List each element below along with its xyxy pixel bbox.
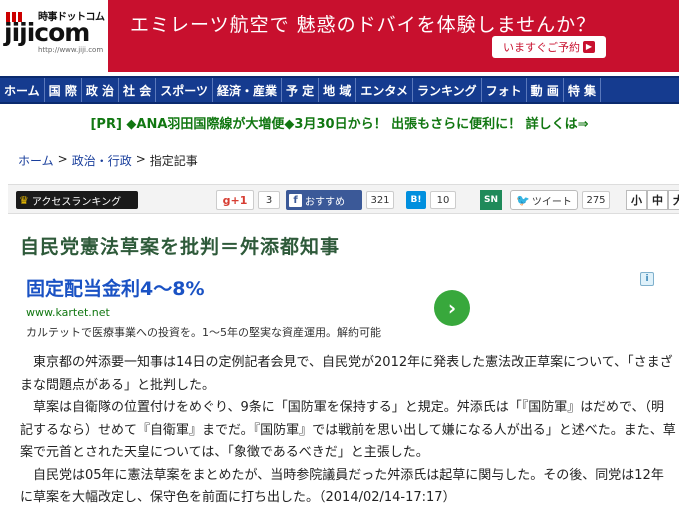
ad-title[interactable]: 固定配当金利4～8% — [26, 274, 204, 301]
nav-item-politics[interactable]: 政 治 — [82, 78, 120, 102]
hatena-bookmark-button[interactable]: B! — [406, 191, 426, 209]
banner-reserve-button[interactable]: いますぐご予約 ▶ — [492, 36, 606, 58]
nav-item-region[interactable]: 地 域 — [319, 78, 357, 102]
ad-banner[interactable]: エミレーツ航空で 魅惑のドバイを体験しませんか？ いますぐご予約 ▶ — [108, 0, 679, 72]
chevron-right-icon[interactable]: › — [434, 290, 470, 326]
breadcrumb-category[interactable]: 政治・行政 — [72, 152, 132, 169]
banner-text: エミレーツ航空で 魅惑のドバイを体験しませんか？ — [130, 14, 597, 36]
tweet-label: ツイート — [531, 196, 572, 208]
jiji-logo[interactable]: 時事ドットコム jijicom http://www.jiji.com — [2, 4, 105, 68]
text-ad[interactable]: 固定配当金利4～8% www.kartet.net カルテットで医療事業への投資… — [20, 266, 660, 346]
logo-url: http://www.jiji.com — [38, 46, 104, 54]
breadcrumb: ホーム > 政治・行政 > 指定記事 — [18, 152, 198, 169]
ad-description: カルテットで医療事業への投資を。1～5年の堅実な資産運用。解約可能 — [26, 326, 381, 339]
chevron-right-icon: ▶ — [583, 41, 595, 53]
main-nav: ホーム国 際政 治社 会スポーツ 経済・産業予 定地 域エンタメ ランキング フォト動… — [0, 76, 679, 104]
sn-button[interactable]: SN — [480, 190, 502, 210]
nav-item-entertainment[interactable]: エンタメ — [356, 78, 413, 102]
crown-icon: ♛ — [19, 193, 29, 207]
font-size-large-button[interactable]: 大 — [668, 190, 679, 210]
access-ranking-label: アクセスランキング — [31, 196, 122, 208]
nav-item-sports[interactable]: スポーツ — [156, 78, 213, 102]
banner-button-label: いますぐご予約 — [503, 41, 580, 54]
breadcrumb-separator: > — [57, 152, 68, 166]
nav-item-home[interactable]: ホーム — [0, 78, 45, 102]
font-size-controls: 小 中 大 — [626, 190, 679, 210]
nav-item-schedule[interactable]: 予 定 — [282, 78, 320, 102]
nav-item-ranking[interactable]: ランキング — [413, 78, 482, 102]
facebook-recommend-button[interactable]: f おすすめ — [286, 190, 362, 210]
access-ranking-button[interactable]: ♛ アクセスランキング — [16, 191, 138, 209]
font-size-small-button[interactable]: 小 — [626, 190, 647, 210]
breadcrumb-current: 指定記事 — [149, 154, 198, 168]
font-size-medium-button[interactable]: 中 — [647, 190, 668, 210]
nav-item-economy[interactable]: 経済・産業 — [213, 78, 282, 102]
nav-item-photo[interactable]: フォト — [482, 78, 527, 102]
nav-item-video[interactable]: 動 画 — [527, 78, 564, 102]
article-paragraph: 東京都の舛添要一知事は14日の定例記者会見で、自民党が2012年に発表した憲法改… — [20, 355, 673, 393]
hatena-count: 10 — [430, 191, 456, 209]
gplus-button[interactable]: g+1 — [216, 190, 254, 210]
gplus-count: 3 — [258, 191, 280, 209]
facebook-count: 321 — [366, 191, 394, 209]
breadcrumb-home[interactable]: ホーム — [18, 152, 54, 169]
facebook-icon: f — [289, 193, 302, 207]
nav-item-world[interactable]: 国 際 — [45, 78, 82, 102]
nav-item-society[interactable]: 社 会 — [119, 78, 157, 102]
share-toolbar: ♛ アクセスランキング g+1 3 f おすすめ 321 B! 10 SN 🐦 … — [8, 184, 679, 214]
tweet-count: 275 — [582, 191, 610, 209]
twitter-bird-icon: 🐦 — [516, 193, 530, 207]
header: 時事ドットコム jijicom http://www.jiji.com エミレー… — [0, 0, 679, 72]
article-body: 東京都の舛添要一知事は14日の定例記者会見で、自民党が2012年に発表した憲法改… — [20, 352, 676, 510]
nav-item-feature[interactable]: 特 集 — [564, 78, 602, 102]
ad-info-icon[interactable]: i — [640, 272, 654, 286]
article-paragraph: 自民党は05年に憲法草案をまとめたが、当時参院議員だった舛添氏は起草に関与した。… — [20, 467, 664, 506]
pr-link[interactable]: [PR] ◆ANA羽田国際線が大増便◆3月30日から！ 出張もさらに便利に！ 詳… — [0, 112, 679, 138]
logo-text: jijicom — [4, 18, 90, 47]
article-title: 自民党憲法草案を批判＝舛添都知事 — [20, 236, 341, 258]
breadcrumb-separator: > — [135, 152, 146, 166]
tweet-button[interactable]: 🐦 ツイート — [510, 190, 578, 210]
article-paragraph: 草案は自衛隊の位置付けをめぐり、9条に「国防軍を保持する」と規定。舛添氏は「『国… — [20, 400, 676, 460]
facebook-label: おすすめ — [305, 196, 345, 208]
ad-url[interactable]: www.kartet.net — [26, 306, 110, 319]
